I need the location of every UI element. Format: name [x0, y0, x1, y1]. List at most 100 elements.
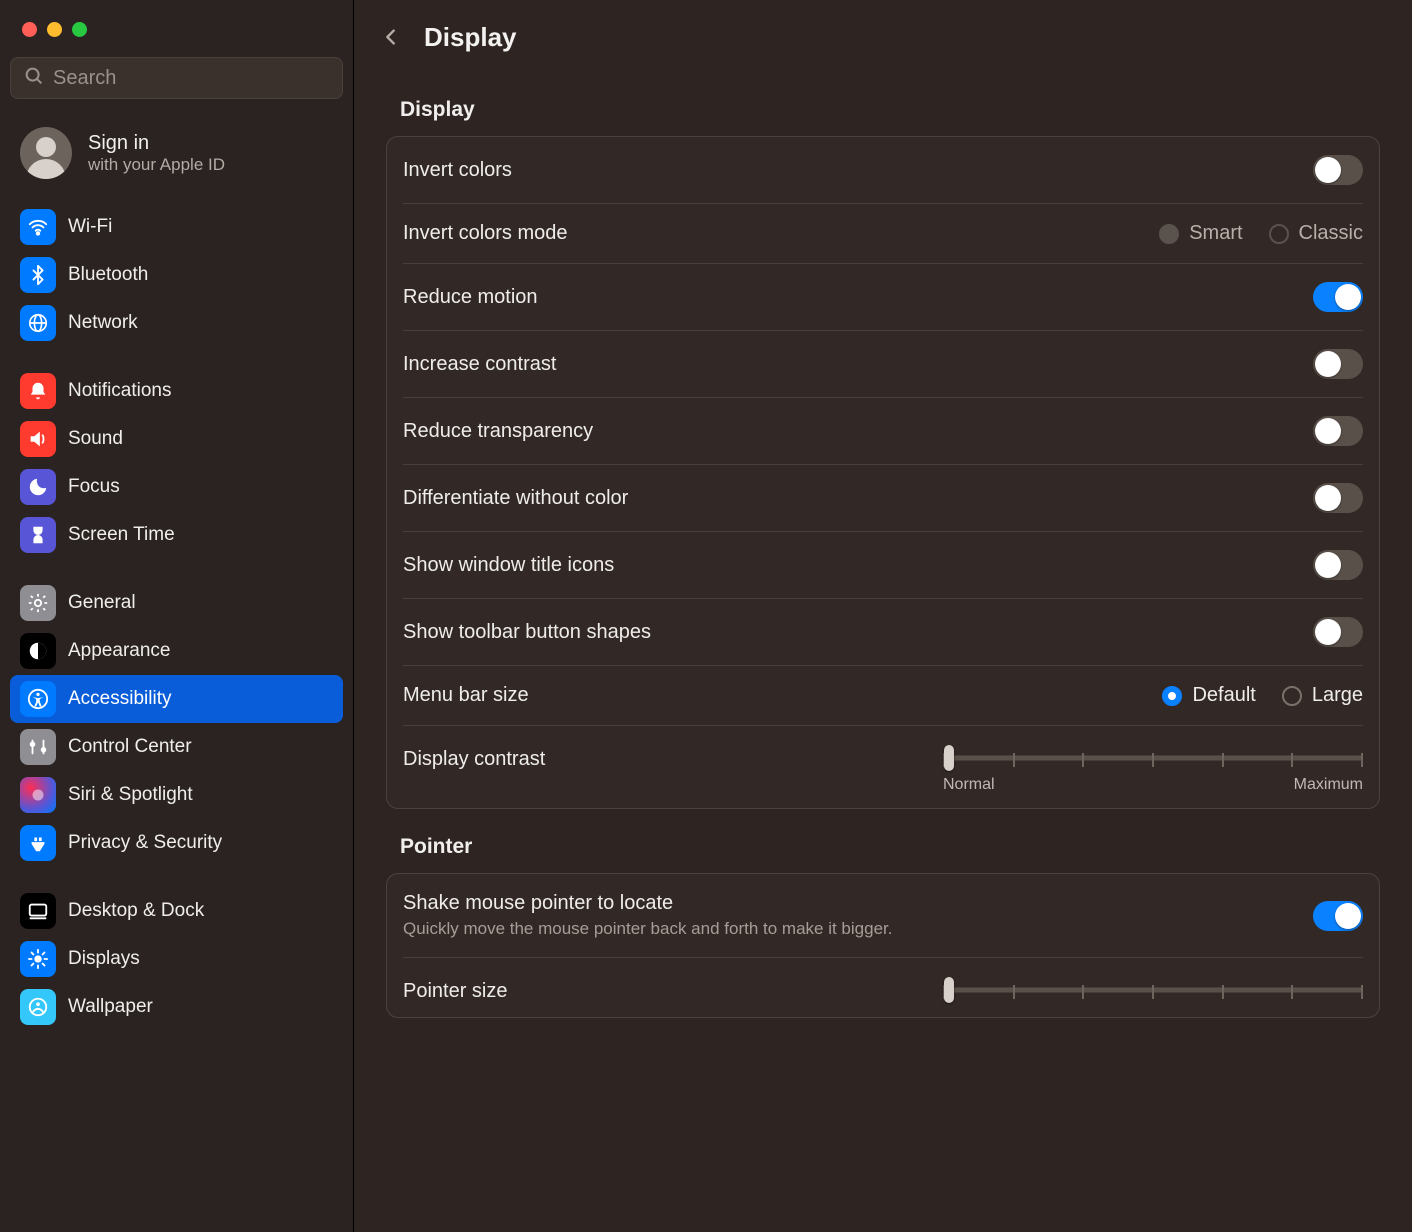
sidebar-item-siri[interactable]: Siri & Spotlight [10, 771, 343, 819]
settings-window: Sign in with your Apple ID Wi-Fi Bluetoot… [0, 0, 1412, 1232]
toggle-shake-pointer[interactable] [1313, 901, 1363, 931]
sidebar-item-privacy[interactable]: Privacy & Security [10, 819, 343, 867]
page-title: Display [424, 22, 517, 53]
row-sublabel: Quickly move the mouse pointer back and … [403, 919, 892, 939]
panel-pointer: Shake mouse pointer to locate Quickly mo… [386, 873, 1380, 1018]
sidebar-nav: Wi-Fi Bluetooth Network Notifications Sound F… [0, 203, 353, 1232]
sidebar-item-displays[interactable]: Displays [10, 935, 343, 983]
toggle-window-title-icons[interactable] [1313, 550, 1363, 580]
row-label: Increase contrast [403, 353, 556, 376]
row-label: Show toolbar button shapes [403, 621, 651, 644]
back-button[interactable] [374, 20, 408, 54]
sidebar-item-focus[interactable]: Focus [10, 463, 343, 511]
zoom-window-button[interactable] [72, 22, 87, 37]
sidebar-item-label: Wallpaper [68, 996, 153, 1018]
row-label: Differentiate without color [403, 487, 628, 510]
row-label: Show window title icons [403, 554, 614, 577]
radio-smart[interactable]: Smart [1159, 222, 1242, 245]
sidebar-item-label: Desktop & Dock [68, 900, 204, 922]
slider-pointer-size[interactable] [943, 978, 1363, 1002]
row-display-contrast: Display contrast Normal Maximum [403, 726, 1363, 808]
sidebar-item-notifications[interactable]: Notifications [10, 367, 343, 415]
titlebar: Display [354, 0, 1412, 72]
focus-icon [20, 469, 56, 505]
toggle-toolbar-shapes[interactable] [1313, 617, 1363, 647]
sidebar-item-wifi[interactable]: Wi-Fi [10, 203, 343, 251]
row-label: Reduce transparency [403, 420, 593, 443]
sidebar-item-appearance[interactable]: Appearance [10, 627, 343, 675]
row-label: Invert colors mode [403, 222, 568, 245]
appearance-icon [20, 633, 56, 669]
sidebar-item-label: Bluetooth [68, 264, 148, 286]
sidebar-item-label: Displays [68, 948, 140, 970]
toggle-reduce-transparency[interactable] [1313, 416, 1363, 446]
sidebar-item-label: Appearance [68, 640, 170, 662]
desktop-icon [20, 893, 56, 929]
sidebar-item-label: Notifications [68, 380, 172, 402]
sidebar-item-label: Wi-Fi [68, 216, 112, 238]
slider-min-label: Normal [943, 776, 995, 794]
sidebar-item-label: Siri & Spotlight [68, 784, 193, 806]
row-invert-colors-mode: Invert colors mode Smart Classic [403, 204, 1363, 264]
sidebar-item-general[interactable]: General [10, 579, 343, 627]
search-icon [23, 65, 45, 92]
content-scroll[interactable]: Display Invert colors Invert colors mode… [354, 72, 1412, 1232]
wallpaper-icon [20, 989, 56, 1025]
toggle-differentiate-color[interactable] [1313, 483, 1363, 513]
row-show-toolbar-button-shapes: Show toolbar button shapes [403, 599, 1363, 666]
toggle-invert-colors[interactable] [1313, 155, 1363, 185]
slider-max-label: Maximum [1294, 776, 1363, 794]
sidebar-item-label: Focus [68, 476, 120, 498]
window-controls [0, 0, 353, 57]
row-shake-pointer: Shake mouse pointer to locate Quickly mo… [403, 874, 1363, 958]
sidebar-item-wallpaper[interactable]: Wallpaper [10, 983, 343, 1031]
sidebar-item-controlcenter[interactable]: Control Center [10, 723, 343, 771]
sidebar-item-network[interactable]: Network [10, 299, 343, 347]
sidebar-item-label: Control Center [68, 736, 192, 758]
sidebar-item-label: Network [68, 312, 138, 334]
sidebar-item-accessibility[interactable]: Accessibility [10, 675, 343, 723]
sidebar-item-sound[interactable]: Sound [10, 415, 343, 463]
row-label: Invert colors [403, 159, 512, 182]
row-invert-colors: Invert colors [403, 137, 1363, 204]
notifications-icon [20, 373, 56, 409]
row-menu-bar-size: Menu bar size Default Large [403, 666, 1363, 726]
row-label: Display contrast [403, 746, 545, 771]
general-icon [20, 585, 56, 621]
row-label: Pointer size [403, 978, 508, 1003]
sidebar-item-label: Accessibility [68, 688, 171, 710]
siri-icon [20, 777, 56, 813]
sidebar-item-desktop[interactable]: Desktop & Dock [10, 887, 343, 935]
sidebar: Sign in with your Apple ID Wi-Fi Bluetoot… [0, 0, 354, 1232]
toggle-increase-contrast[interactable] [1313, 349, 1363, 379]
sidebar-item-screentime[interactable]: Screen Time [10, 511, 343, 559]
toggle-reduce-motion[interactable] [1313, 282, 1363, 312]
displays-icon [20, 941, 56, 977]
privacy-icon [20, 825, 56, 861]
sidebar-item-label: Sound [68, 428, 123, 450]
sign-in-row[interactable]: Sign in with your Apple ID [0, 111, 353, 203]
slider-display-contrast[interactable]: Normal Maximum [943, 746, 1363, 794]
search-field[interactable] [10, 57, 343, 99]
search-input[interactable] [53, 67, 330, 90]
radio-classic[interactable]: Classic [1269, 222, 1363, 245]
profile-subtitle: with your Apple ID [88, 155, 225, 175]
bluetooth-icon [20, 257, 56, 293]
row-show-window-title-icons: Show window title icons [403, 532, 1363, 599]
sidebar-item-label: Screen Time [68, 524, 175, 546]
radio-group-menu-bar-size: Default Large [1162, 684, 1363, 707]
close-window-button[interactable] [22, 22, 37, 37]
minimize-window-button[interactable] [47, 22, 62, 37]
row-label: Menu bar size [403, 684, 529, 707]
sidebar-item-label: Privacy & Security [68, 832, 222, 854]
row-reduce-motion: Reduce motion [403, 264, 1363, 331]
radio-large[interactable]: Large [1282, 684, 1363, 707]
radio-default[interactable]: Default [1162, 684, 1255, 707]
sidebar-item-bluetooth[interactable]: Bluetooth [10, 251, 343, 299]
row-reduce-transparency: Reduce transparency [403, 398, 1363, 465]
avatar-icon [20, 127, 72, 179]
section-label-pointer: Pointer [400, 835, 1380, 859]
section-label-display: Display [400, 98, 1380, 122]
wifi-icon [20, 209, 56, 245]
network-icon [20, 305, 56, 341]
